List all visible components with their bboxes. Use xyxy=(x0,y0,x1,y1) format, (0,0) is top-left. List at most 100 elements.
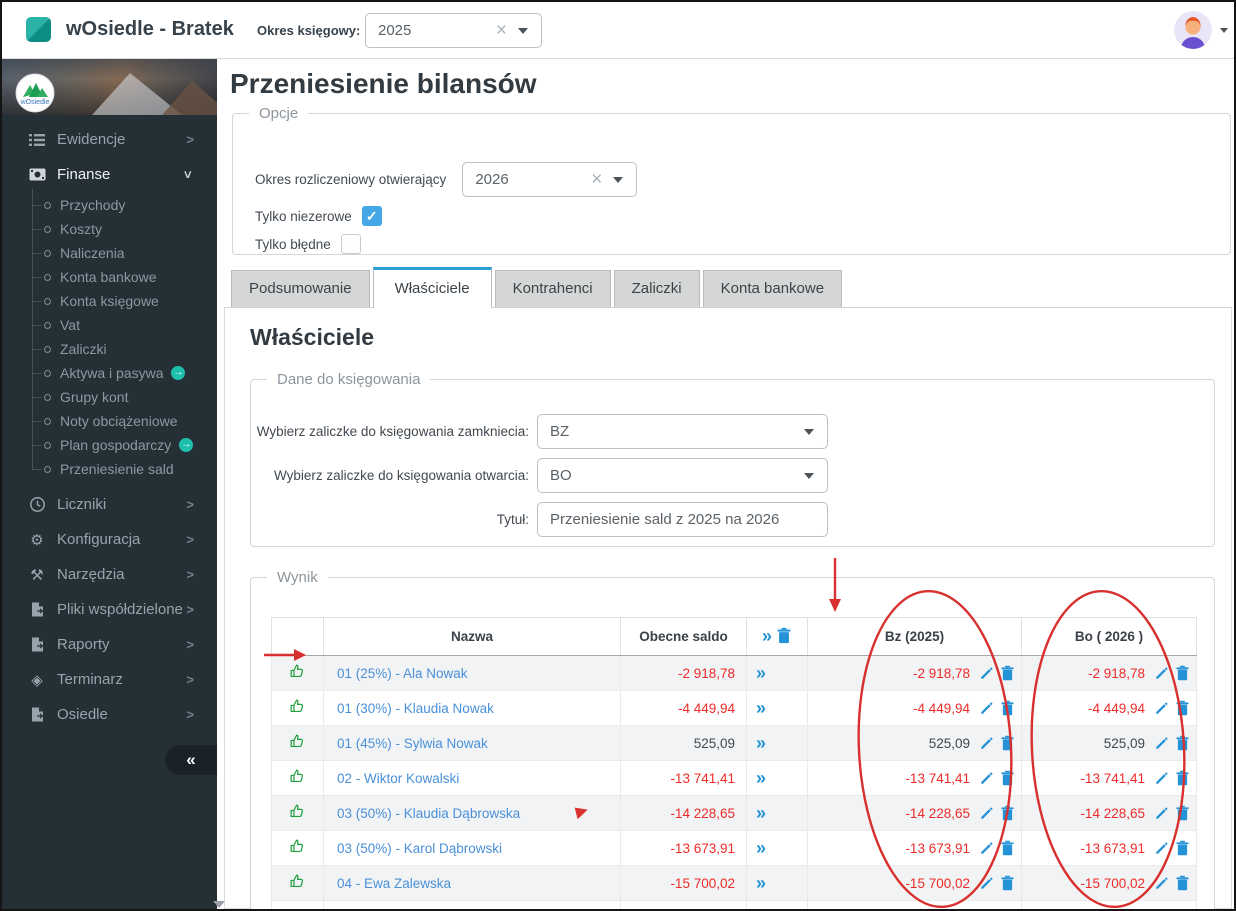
transfer-row-icon[interactable]: » xyxy=(747,761,808,796)
transfer-row-icon[interactable]: » xyxy=(747,656,808,691)
sidebar-item-label: Finanse xyxy=(57,166,110,183)
sidebar-subitem-konta-ksiegowe[interactable]: Konta księgowe xyxy=(2,289,217,313)
sidebar-subitem-noty-obciazeniowe[interactable]: Noty obciążeniowe xyxy=(2,409,217,433)
delete-icon[interactable] xyxy=(1000,770,1015,786)
tab-wlasciciele[interactable]: Właściciele xyxy=(373,267,492,308)
delete-icon[interactable] xyxy=(1000,840,1015,856)
delete-icon[interactable] xyxy=(1000,735,1015,751)
sidebar-item-finanse[interactable]: Finanse > xyxy=(2,157,217,192)
edit-icon[interactable] xyxy=(979,666,994,681)
result-legend: Wynik xyxy=(267,569,328,586)
owner-link[interactable]: 03 (50%) - Klaudia Dąbrowska xyxy=(324,796,621,831)
edit-icon[interactable] xyxy=(979,771,994,786)
owner-link[interactable]: 01 (25%) - Ala Nowak xyxy=(324,656,621,691)
edit-icon[interactable] xyxy=(1154,701,1169,716)
sidebar-item-label: Narzędzia xyxy=(57,566,125,583)
sidebar-item-konfiguracja[interactable]: ⚙ Konfiguracja > xyxy=(2,522,217,557)
edit-icon[interactable] xyxy=(1154,806,1169,821)
delete-icon[interactable] xyxy=(1175,665,1190,681)
bz-cell: -13 741,41 xyxy=(808,761,1022,796)
opening-advance-select[interactable]: BO xyxy=(537,458,828,493)
sidebar-item-label: Pliki współdzielone xyxy=(57,601,183,618)
owner-link[interactable]: 02 - Wiktor Kowalski xyxy=(324,761,621,796)
chevron-down-icon[interactable] xyxy=(804,473,814,479)
sidebar-subitem-plan-gospodarczy[interactable]: Plan gospodarczy→ xyxy=(2,433,217,457)
table-row: 02 - Wiktor Kowalski -13 741,41 » -13 74… xyxy=(272,761,1197,796)
sidebar-subitem-konta-bankowe[interactable]: Konta bankowe xyxy=(2,265,217,289)
sidebar-collapse-button[interactable]: « xyxy=(165,745,217,775)
balance-cell: -13 673,91 xyxy=(621,831,747,866)
owner-link[interactable]: 01 (45%) - Sylwia Nowak xyxy=(324,726,621,761)
chevron-down-icon[interactable] xyxy=(804,429,814,435)
sidebar-subitem-przeniesienie-sald[interactable]: Przeniesienie sald xyxy=(2,457,217,481)
owner-link[interactable]: 05 - Bożena Szewczyk xyxy=(324,901,621,911)
delete-icon[interactable] xyxy=(1000,875,1015,891)
owner-link[interactable]: 01 (30%) - Klaudia Nowak xyxy=(324,691,621,726)
delete-icon[interactable] xyxy=(1000,665,1015,681)
bz-cell: -21 022,07 xyxy=(808,901,1022,911)
delete-all-icon[interactable] xyxy=(776,627,792,647)
sidebar-item-ewidencje[interactable]: Ewidencje > xyxy=(2,122,217,157)
sidebar-subitem-przychody[interactable]: Przychody xyxy=(2,193,217,217)
transfer-row-icon[interactable]: » xyxy=(747,796,808,831)
sidebar-subitem-naliczenia[interactable]: Naliczenia xyxy=(2,241,217,265)
edit-icon[interactable] xyxy=(979,841,994,856)
sidebar-item-liczniki[interactable]: Liczniki > xyxy=(2,487,217,522)
closing-advance-select[interactable]: BZ xyxy=(537,414,828,449)
sidebar-item-terminarz[interactable]: ◈ Terminarz > xyxy=(2,662,217,697)
edit-icon[interactable] xyxy=(979,806,994,821)
sidebar-subitem-koszty[interactable]: Koszty xyxy=(2,217,217,241)
delete-icon[interactable] xyxy=(1175,875,1190,891)
sidebar-item-narzedzia[interactable]: ⚒ Narzędzia > xyxy=(2,557,217,592)
options-fieldset: Opcje Okres rozliczeniowy otwierający 20… xyxy=(232,105,1231,255)
chevron-down-icon[interactable] xyxy=(613,177,623,183)
sidebar-subitem-zaliczki[interactable]: Zaliczki xyxy=(2,337,217,361)
clear-icon[interactable]: × xyxy=(496,14,507,47)
transfer-all-icon[interactable]: » xyxy=(762,626,771,647)
edit-icon[interactable] xyxy=(1154,876,1169,891)
title-input[interactable]: Przeniesienie sald z 2025 na 2026 xyxy=(537,502,828,537)
avatar[interactable] xyxy=(1174,11,1212,49)
sidebar-subitem-aktywa-i-pasywa[interactable]: Aktywa i pasywa→ xyxy=(2,361,217,385)
edit-icon[interactable] xyxy=(1154,841,1169,856)
edit-icon[interactable] xyxy=(979,736,994,751)
sidebar-nav: Ewidencje > Finanse > Przychody Koszty N… xyxy=(2,115,217,732)
tab-kontrahenci[interactable]: Kontrahenci xyxy=(495,270,611,307)
nonzero-checkbox[interactable]: ✓ xyxy=(362,206,382,226)
delete-icon[interactable] xyxy=(1175,700,1190,716)
chevron-down-icon[interactable] xyxy=(518,28,528,34)
edit-icon[interactable] xyxy=(1154,666,1169,681)
delete-icon[interactable] xyxy=(1000,805,1015,821)
sidebar-subitem-grupy-kont[interactable]: Grupy kont xyxy=(2,385,217,409)
transfer-row-icon[interactable]: » xyxy=(747,901,808,911)
delete-icon[interactable] xyxy=(1175,735,1190,751)
errors-checkbox[interactable] xyxy=(341,234,361,254)
clear-icon[interactable]: × xyxy=(591,163,602,196)
delete-icon[interactable] xyxy=(1175,840,1190,856)
delete-icon[interactable] xyxy=(1000,700,1015,716)
transfer-row-icon[interactable]: » xyxy=(747,691,808,726)
sidebar-item-osiedle[interactable]: Osiedle > xyxy=(2,697,217,732)
scroll-down-icon[interactable] xyxy=(213,901,225,908)
edit-icon[interactable] xyxy=(979,701,994,716)
transfer-row-icon[interactable]: » xyxy=(747,866,808,901)
user-menu-chevron-icon[interactable] xyxy=(1220,28,1228,33)
owner-link[interactable]: 04 - Ewa Zalewska xyxy=(324,866,621,901)
sidebar-subitem-vat[interactable]: Vat xyxy=(2,313,217,337)
sidebar-item-pliki-wspoldzielone[interactable]: Pliki współdzielone > xyxy=(2,592,217,627)
tab-konta-bankowe[interactable]: Konta bankowe xyxy=(703,270,842,307)
opening-period-select[interactable]: 2026 × xyxy=(462,162,637,197)
table-row: 05 - Bożena Szewczyk -21 022,07 » -21 02… xyxy=(272,901,1197,911)
accounting-period-select[interactable]: 2025 × xyxy=(365,13,542,48)
tab-zaliczki[interactable]: Zaliczki xyxy=(614,270,700,307)
edit-icon[interactable] xyxy=(1154,736,1169,751)
transfer-row-icon[interactable]: » xyxy=(747,831,808,866)
tab-podsumowanie[interactable]: Podsumowanie xyxy=(231,270,370,307)
delete-icon[interactable] xyxy=(1175,770,1190,786)
edit-icon[interactable] xyxy=(1154,771,1169,786)
owner-link[interactable]: 03 (50%) - Karol Dąbrowski xyxy=(324,831,621,866)
edit-icon[interactable] xyxy=(979,876,994,891)
delete-icon[interactable] xyxy=(1175,805,1190,821)
sidebar-item-raporty[interactable]: Raporty > xyxy=(2,627,217,662)
transfer-row-icon[interactable]: » xyxy=(747,726,808,761)
